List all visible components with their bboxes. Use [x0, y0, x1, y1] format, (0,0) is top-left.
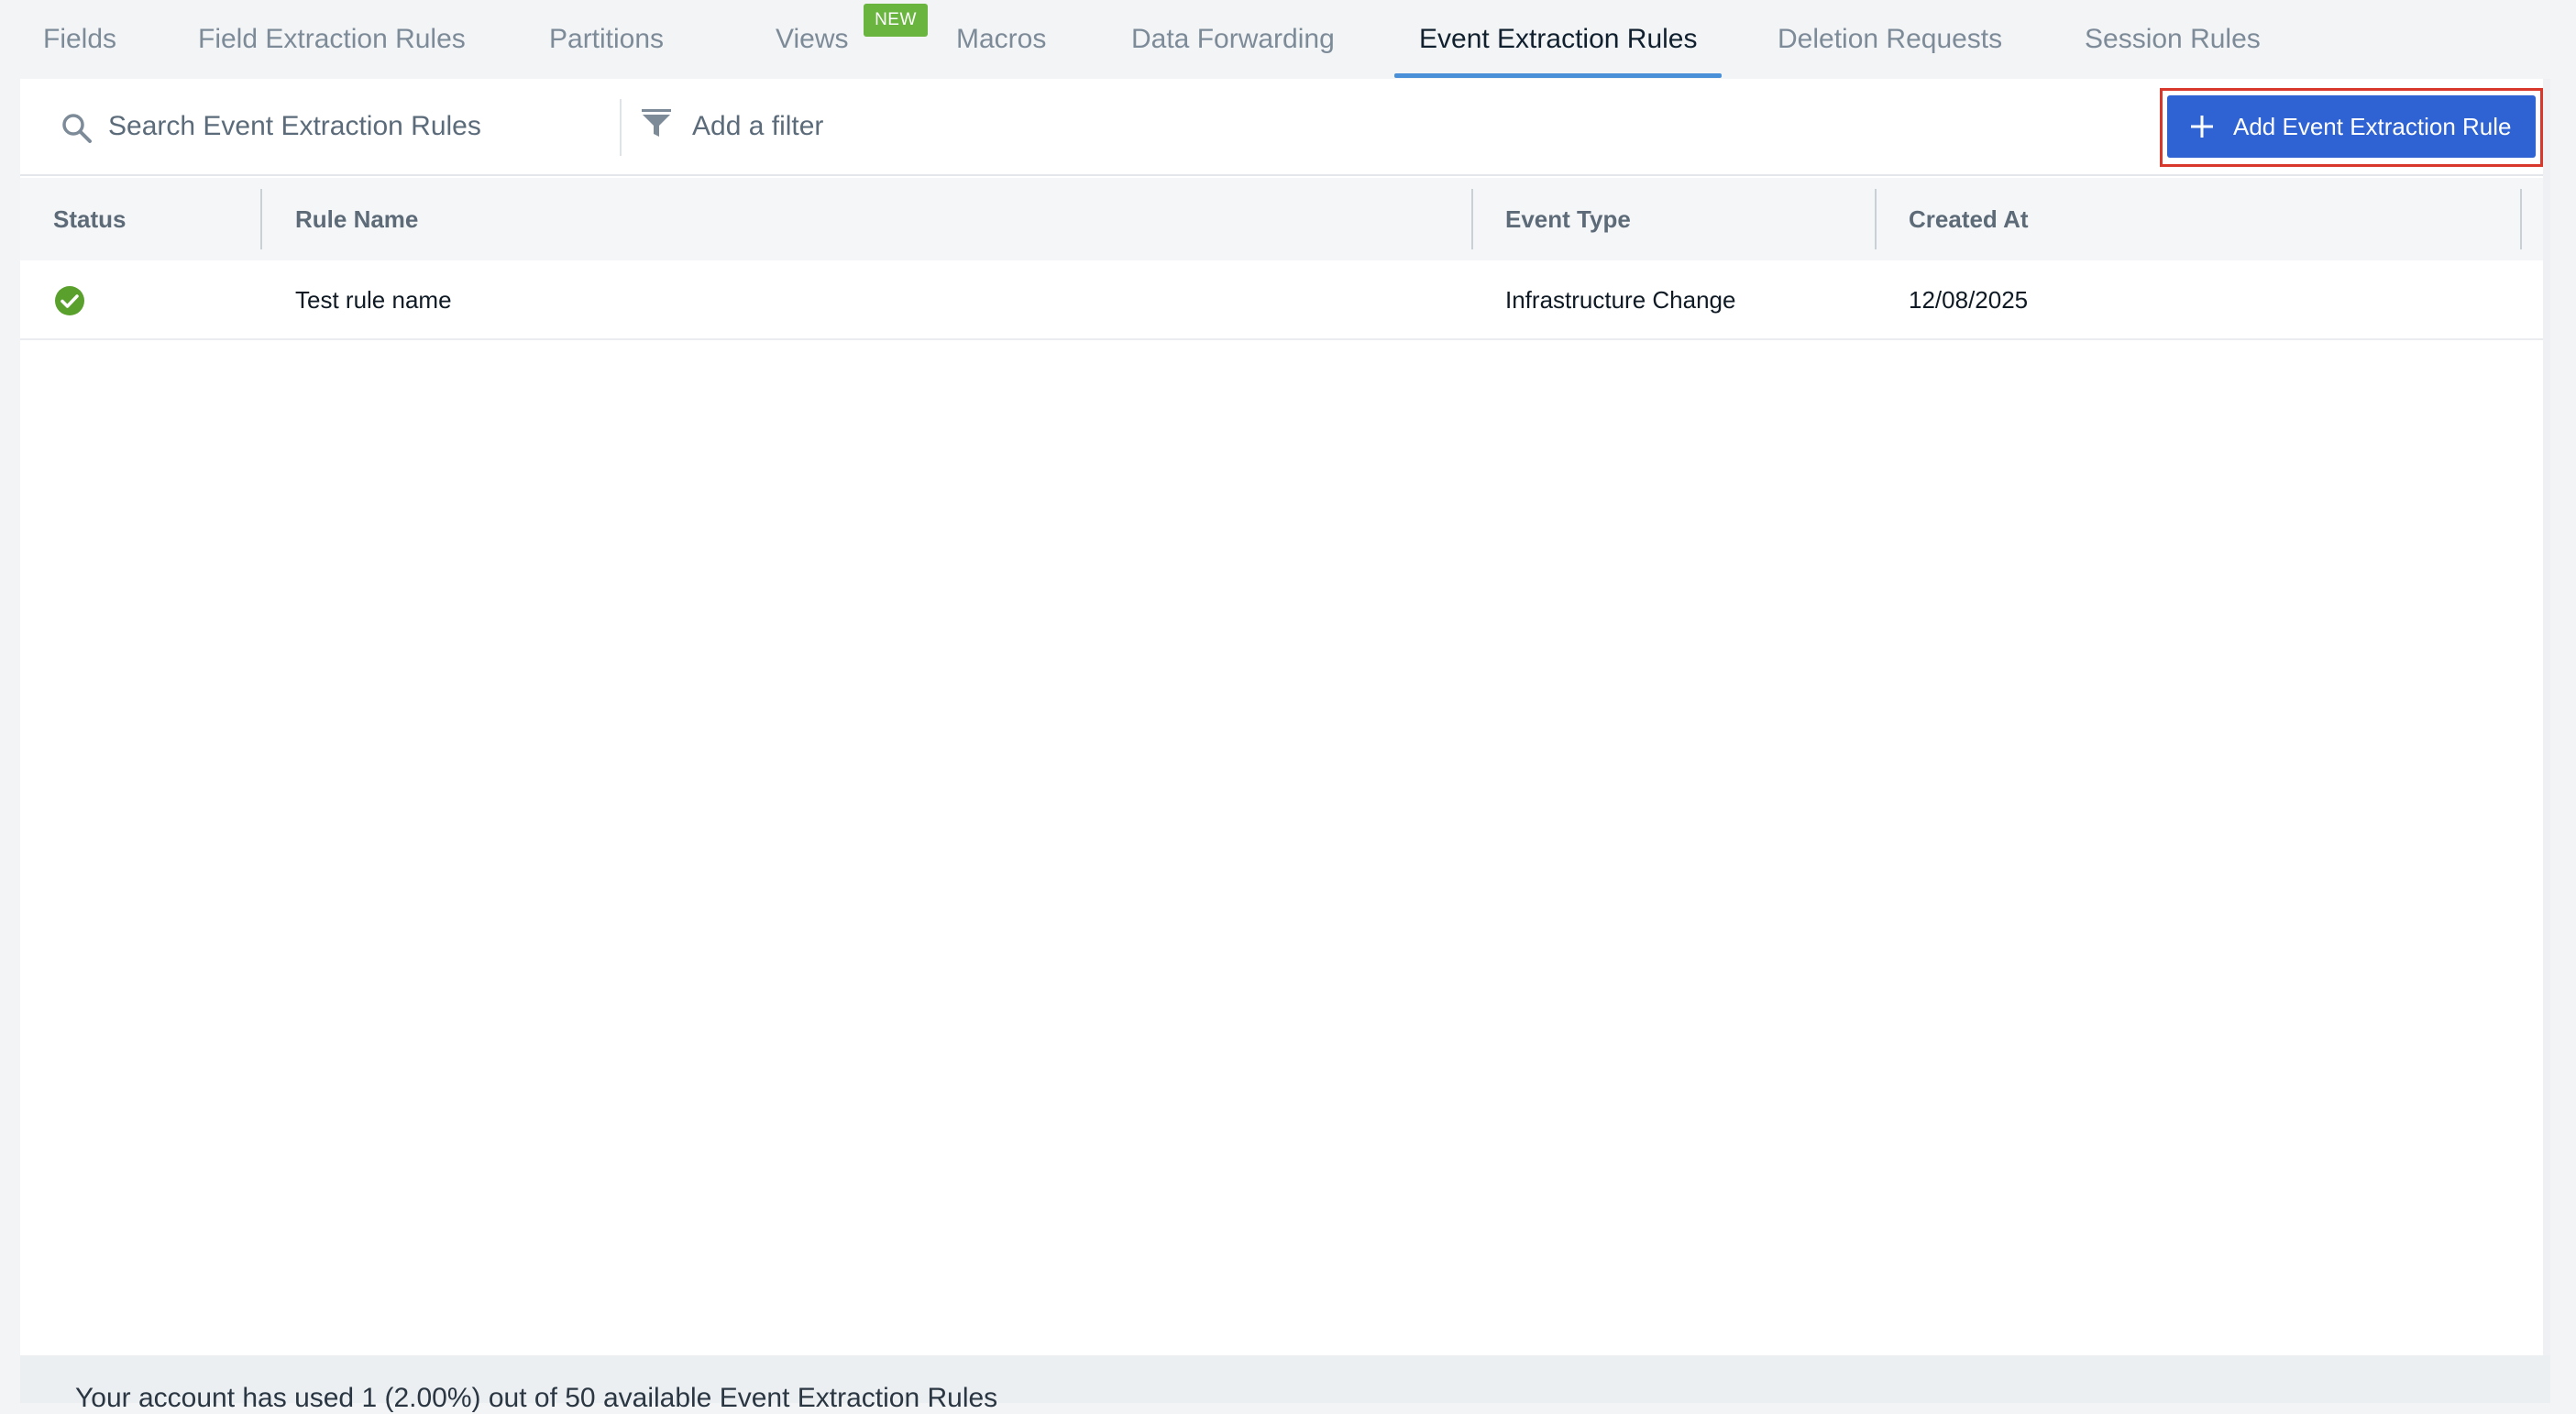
tab-fields[interactable]: Fields	[43, 0, 116, 79]
usage-text: Your account has used 1 (2.00%) out of 5…	[75, 1383, 998, 1413]
check-circle-icon	[55, 286, 84, 315]
tab-field-extraction-rules[interactable]: Field Extraction Rules	[198, 0, 466, 79]
search-input[interactable]	[108, 103, 622, 150]
tab-event-extraction-rules[interactable]: Event Extraction Rules	[1419, 0, 1697, 79]
tab-session-rules[interactable]: Session Rules	[2085, 0, 2261, 79]
search-icon	[62, 114, 92, 143]
header-event-type[interactable]: Event Type	[1505, 178, 1631, 260]
add-filter-button[interactable]: Add a filter	[692, 108, 823, 145]
tab-data-forwarding[interactable]: Data Forwarding	[1131, 0, 1335, 79]
toolbar: Add a filter Add Event Extraction Rule	[20, 79, 2550, 176]
active-tab-indicator	[1394, 73, 1722, 78]
column-divider[interactable]	[2520, 189, 2522, 249]
tab-bar: Fields Field Extraction Rules Partitions…	[0, 0, 2576, 79]
header-created-at[interactable]: Created At	[1909, 178, 2029, 260]
usage-footer: Your account has used 1 (2.00%) out of 5…	[20, 1355, 2550, 1413]
column-divider[interactable]	[1875, 189, 1877, 249]
table-row[interactable]: Test rule name Infrastructure Change 12/…	[20, 260, 2543, 340]
add-button-label: Add Event Extraction Rule	[2233, 113, 2512, 140]
cell-event-type: Infrastructure Change	[1505, 286, 1736, 314]
filter-icon[interactable]	[640, 106, 673, 139]
column-divider[interactable]	[260, 189, 262, 249]
plus-icon	[2191, 116, 2213, 138]
add-event-extraction-rule-button[interactable]: Add Event Extraction Rule	[2167, 95, 2536, 158]
new-badge: NEW	[864, 4, 928, 37]
cell-created-at: 12/08/2025	[1909, 286, 2029, 314]
rules-panel: Add a filter Add Event Extraction Rule S…	[20, 79, 2550, 1355]
tab-deletion-requests[interactable]: Deletion Requests	[1778, 0, 2002, 79]
header-rule-name[interactable]: Rule Name	[295, 178, 418, 260]
column-divider[interactable]	[1471, 189, 1473, 249]
panel-scroll-gutter	[2543, 79, 2550, 1355]
cell-rule-name: Test rule name	[295, 286, 452, 314]
tab-macros[interactable]: Macros	[956, 0, 1046, 79]
table-header: Status Rule Name Event Type Created At	[20, 178, 2543, 260]
tab-partitions[interactable]: Partitions	[549, 0, 664, 79]
header-status[interactable]: Status	[53, 178, 126, 260]
tab-views[interactable]: Views	[776, 0, 848, 79]
toolbar-divider	[620, 99, 622, 156]
